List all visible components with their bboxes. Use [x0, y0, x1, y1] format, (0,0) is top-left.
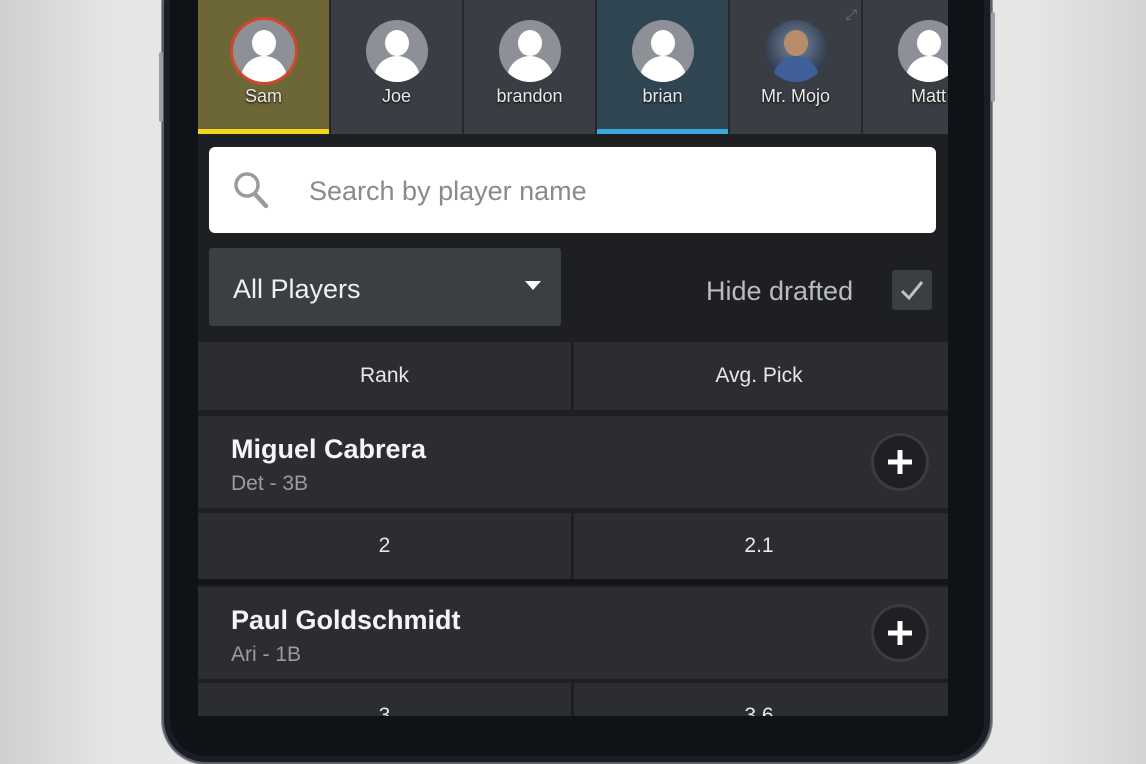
avatar — [631, 20, 694, 82]
avatar — [232, 20, 295, 82]
person-icon — [916, 30, 941, 56]
avatar — [897, 20, 948, 82]
user-name: Joe — [381, 86, 412, 106]
player-name: Paul Goldschmidt — [231, 605, 461, 635]
user-strip: Sam Joe brandon brian ⤢ Mr. Mojo Matt — [198, 0, 948, 134]
avatar — [498, 20, 561, 82]
user-name: brandon — [496, 86, 563, 106]
caret-down-icon — [525, 281, 541, 290]
rank-value: 3 — [378, 704, 391, 716]
user-name: brian — [642, 86, 683, 106]
search-box[interactable] — [209, 147, 936, 233]
avatar-photo — [764, 20, 827, 82]
search-input[interactable] — [307, 173, 911, 209]
user-tab-brandon[interactable]: brandon — [464, 0, 597, 134]
check-icon — [900, 281, 924, 301]
player-name: Miguel Cabrera — [231, 434, 427, 464]
search-icon — [234, 172, 269, 209]
avg-pick-value: 3.6 — [571, 683, 944, 716]
row-divider — [198, 579, 948, 585]
user-tab-sam[interactable]: Sam — [198, 0, 331, 134]
player-row[interactable]: Miguel Cabrera Det - 3B — [198, 416, 948, 508]
user-name: Mr. Mojo — [760, 86, 830, 106]
table-header: Rank Avg. Pick — [198, 342, 948, 410]
plus-icon — [888, 621, 912, 645]
resize-icon: ⤢ — [845, 6, 857, 22]
user-tab-joe[interactable]: Joe — [331, 0, 464, 134]
person-icon — [650, 30, 675, 56]
add-player-button[interactable] — [874, 436, 926, 488]
person-icon — [251, 30, 276, 56]
rank-value: 2 — [378, 534, 391, 557]
user-tab-matt[interactable]: Matt — [863, 0, 948, 134]
player-stats-row: 2 2.1 — [198, 513, 948, 579]
player-team-position: Det - 3B — [231, 472, 309, 495]
avatar — [365, 20, 428, 82]
person-icon — [517, 30, 542, 56]
player-team-position: Ari - 1B — [231, 643, 302, 666]
user-name: Matt — [910, 86, 946, 106]
plus-icon — [888, 450, 912, 474]
user-tab-mr-mojo[interactable]: ⤢ Mr. Mojo — [730, 0, 863, 134]
user-name: Sam — [244, 86, 282, 106]
player-filter-dropdown[interactable]: All Players — [209, 248, 561, 326]
filter-row: All Players Hide drafted — [198, 246, 948, 336]
rank-column-header[interactable]: Rank — [198, 342, 571, 410]
person-icon — [384, 30, 409, 56]
add-player-button[interactable] — [874, 607, 926, 659]
player-stats-row: 3 3.6 — [198, 683, 948, 716]
player-row[interactable]: Paul Goldschmidt Ari - 1B — [198, 587, 948, 679]
app-screen: Sam Joe brandon brian ⤢ Mr. Mojo Matt Se… — [198, 0, 948, 716]
hide-drafted-checkbox[interactable] — [892, 270, 932, 310]
avg-pick-column-header[interactable]: Avg. Pick — [571, 342, 944, 410]
avg-pick-value: 2.1 — [571, 513, 944, 579]
user-tab-brian[interactable]: brian — [597, 0, 730, 134]
dropdown-label: All Players — [233, 274, 361, 304]
hide-drafted-label: Hide drafted — [706, 276, 854, 306]
